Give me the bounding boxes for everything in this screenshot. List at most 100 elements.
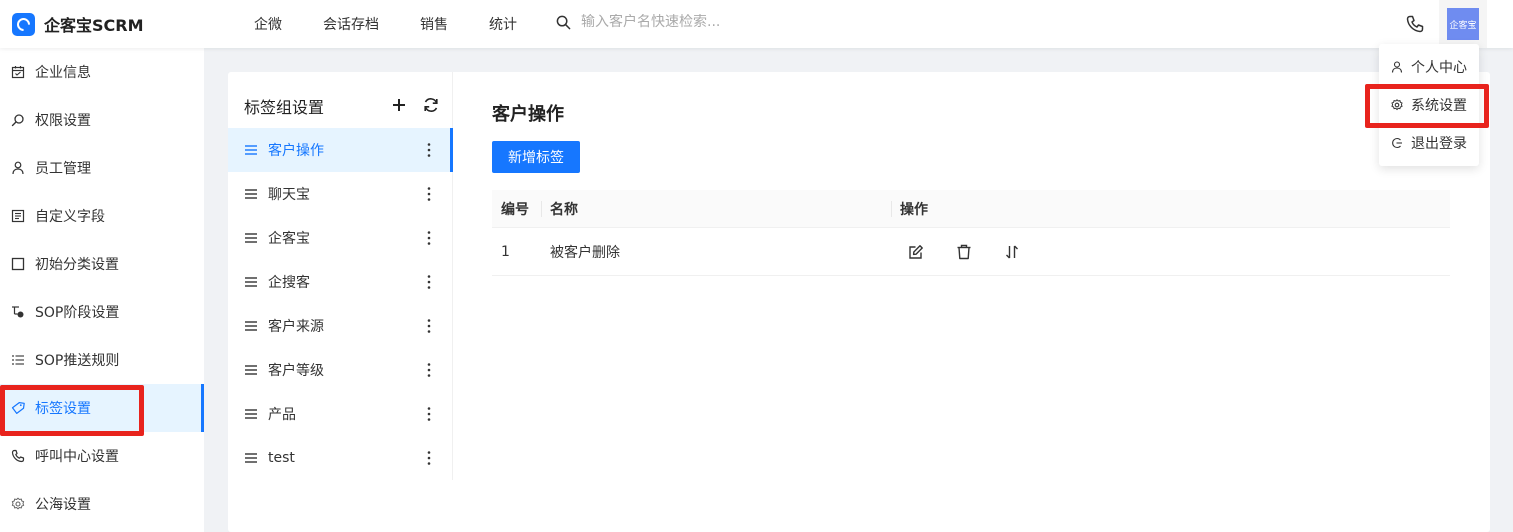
nav-item-session-archive[interactable]: 会话存档 (323, 14, 379, 34)
calendar-icon (11, 66, 25, 79)
trash-icon[interactable] (956, 244, 972, 260)
phone-icon (11, 449, 25, 463)
more-vertical-icon[interactable] (424, 229, 434, 247)
menu-item-logout[interactable]: 退出登录 (1379, 124, 1479, 162)
menu-item-label: 系统设置 (1411, 98, 1467, 114)
search-icon (556, 15, 571, 29)
more-vertical-icon[interactable] (424, 141, 434, 159)
sort-icon[interactable] (1004, 244, 1020, 260)
content-card: 标签组设置 客户操作 聊天宝 企客宝 企搜客 客户来源 客户等级 产品 test… (228, 72, 1490, 532)
menu-icon (245, 145, 257, 155)
cell-id: 1 (501, 243, 510, 260)
avatar-wrapper: 企客宝 (1439, 0, 1487, 48)
sidebar-item-label: 自定义字段 (35, 209, 105, 225)
sidebar-item-company-info[interactable]: 企业信息 (0, 48, 204, 96)
sidebar-item-label: 初始分类设置 (35, 257, 119, 273)
column-header-name: 名称 (542, 190, 892, 227)
tag-group-item[interactable]: 客户等级 (228, 348, 452, 392)
column-header-id: 编号 (492, 190, 542, 227)
more-vertical-icon[interactable] (424, 273, 434, 291)
sidebar-item-staff[interactable]: 员工管理 (0, 144, 204, 192)
column-header-actions: 操作 (900, 201, 928, 218)
tag-group-item[interactable]: 聊天宝 (228, 172, 452, 216)
plus-icon[interactable] (390, 96, 408, 114)
more-vertical-icon[interactable] (424, 405, 434, 423)
refresh-icon[interactable] (422, 96, 440, 114)
add-tag-button[interactable]: 新增标签 (492, 141, 580, 173)
sidebar-item-sop-push-rules[interactable]: SOP推送规则 (0, 336, 204, 384)
sidebar-item-label: 企业信息 (35, 65, 91, 81)
cell-name: 被客户删除 (550, 244, 620, 261)
sidebar-item-tag-settings[interactable]: 标签设置 (0, 384, 204, 432)
tag-group-label: 产品 (268, 407, 296, 423)
sidebar: 企业信息 权限设置 员工管理 自定义字段 初始分类设置 SOP阶段设置 SOP推… (0, 48, 204, 532)
user-icon (1391, 61, 1403, 73)
avatar[interactable]: 企客宝 (1447, 8, 1479, 40)
more-vertical-icon[interactable] (424, 317, 434, 335)
tag-group-item[interactable]: 企客宝 (228, 216, 452, 260)
tag-group-label: 客户等级 (268, 363, 324, 379)
sidebar-item-permissions[interactable]: 权限设置 (0, 96, 204, 144)
cell-actions (892, 228, 1450, 275)
menu-icon (245, 321, 257, 331)
top-nav: 企微 会话存档 销售 统计 (254, 0, 558, 48)
search-input[interactable] (581, 14, 881, 30)
sidebar-item-label: 标签设置 (35, 401, 91, 417)
menu-item-label: 退出登录 (1411, 136, 1467, 152)
gear-icon (1391, 99, 1403, 111)
tag-group-label: 聊天宝 (268, 187, 310, 203)
menu-item-profile[interactable]: 个人中心 (1379, 48, 1479, 86)
nav-item-sales[interactable]: 销售 (420, 14, 448, 34)
tag-table: 编号 名称 操作 1 被客户删除 (492, 190, 1450, 276)
menu-icon (245, 365, 257, 375)
tag-icon (11, 402, 25, 414)
sidebar-item-initial-category[interactable]: 初始分类设置 (0, 240, 204, 288)
phone-icon[interactable] (1405, 14, 1425, 34)
flow-icon (12, 306, 24, 318)
sidebar-item-call-center[interactable]: 呼叫中心设置 (0, 432, 204, 480)
user-dropdown-menu: 个人中心 系统设置 退出登录 (1379, 44, 1479, 166)
tag-group-item[interactable]: 客户操作 (228, 128, 453, 172)
gear-icon (11, 497, 25, 510)
sidebar-item-label: 员工管理 (35, 161, 91, 177)
user-icon (12, 161, 24, 175)
sidebar-item-label: SOP阶段设置 (35, 305, 120, 321)
edit-icon[interactable] (908, 244, 924, 260)
logo-icon (12, 12, 35, 36)
menu-icon (245, 277, 257, 287)
tag-group-label: test (268, 450, 295, 466)
tag-group-item[interactable]: 客户来源 (228, 304, 452, 348)
menu-icon (245, 189, 257, 199)
menu-item-system-settings[interactable]: 系统设置 (1379, 86, 1479, 124)
sidebar-item-sop-stage[interactable]: SOP阶段设置 (0, 288, 204, 336)
tag-group-list: 客户操作 聊天宝 企客宝 企搜客 客户来源 客户等级 产品 test (228, 128, 453, 480)
table-header: 编号 名称 操作 (492, 190, 1450, 228)
menu-icon (245, 233, 257, 243)
sidebar-item-custom-fields[interactable]: 自定义字段 (0, 192, 204, 240)
tag-group-item[interactable]: test (228, 436, 452, 480)
logout-icon (1392, 137, 1402, 149)
more-vertical-icon[interactable] (424, 361, 434, 379)
sidebar-item-label: SOP推送规则 (35, 353, 120, 369)
logo[interactable]: 企客宝SCRM (12, 12, 144, 36)
tag-group-panel: 标签组设置 客户操作 聊天宝 企客宝 企搜客 客户来源 客户等级 产品 test (228, 72, 453, 480)
tag-group-item[interactable]: 企搜客 (228, 260, 452, 304)
sidebar-item-label: 公海设置 (35, 497, 91, 513)
nav-item-stats[interactable]: 统计 (489, 14, 517, 34)
tag-group-item[interactable]: 产品 (228, 392, 452, 436)
square-icon (11, 257, 25, 271)
nav-item-qiwei[interactable]: 企微 (254, 14, 282, 34)
menu-item-label: 个人中心 (1411, 60, 1467, 76)
list-icon (12, 355, 24, 365)
more-vertical-icon[interactable] (424, 449, 434, 467)
logo-text: 企客宝SCRM (44, 16, 144, 35)
table-row: 1 被客户删除 (492, 228, 1450, 276)
sidebar-item-public-pool[interactable]: 公海设置 (0, 480, 204, 528)
more-vertical-icon[interactable] (424, 185, 434, 203)
tag-group-label: 企客宝 (268, 231, 310, 247)
top-header: 企客宝SCRM 企微 会话存档 销售 统计 企客宝 (0, 0, 1513, 48)
tag-group-label: 企搜客 (268, 275, 310, 291)
tag-group-title: 标签组设置 (244, 98, 325, 117)
menu-icon (245, 409, 257, 419)
tag-group-header: 标签组设置 (244, 94, 444, 118)
